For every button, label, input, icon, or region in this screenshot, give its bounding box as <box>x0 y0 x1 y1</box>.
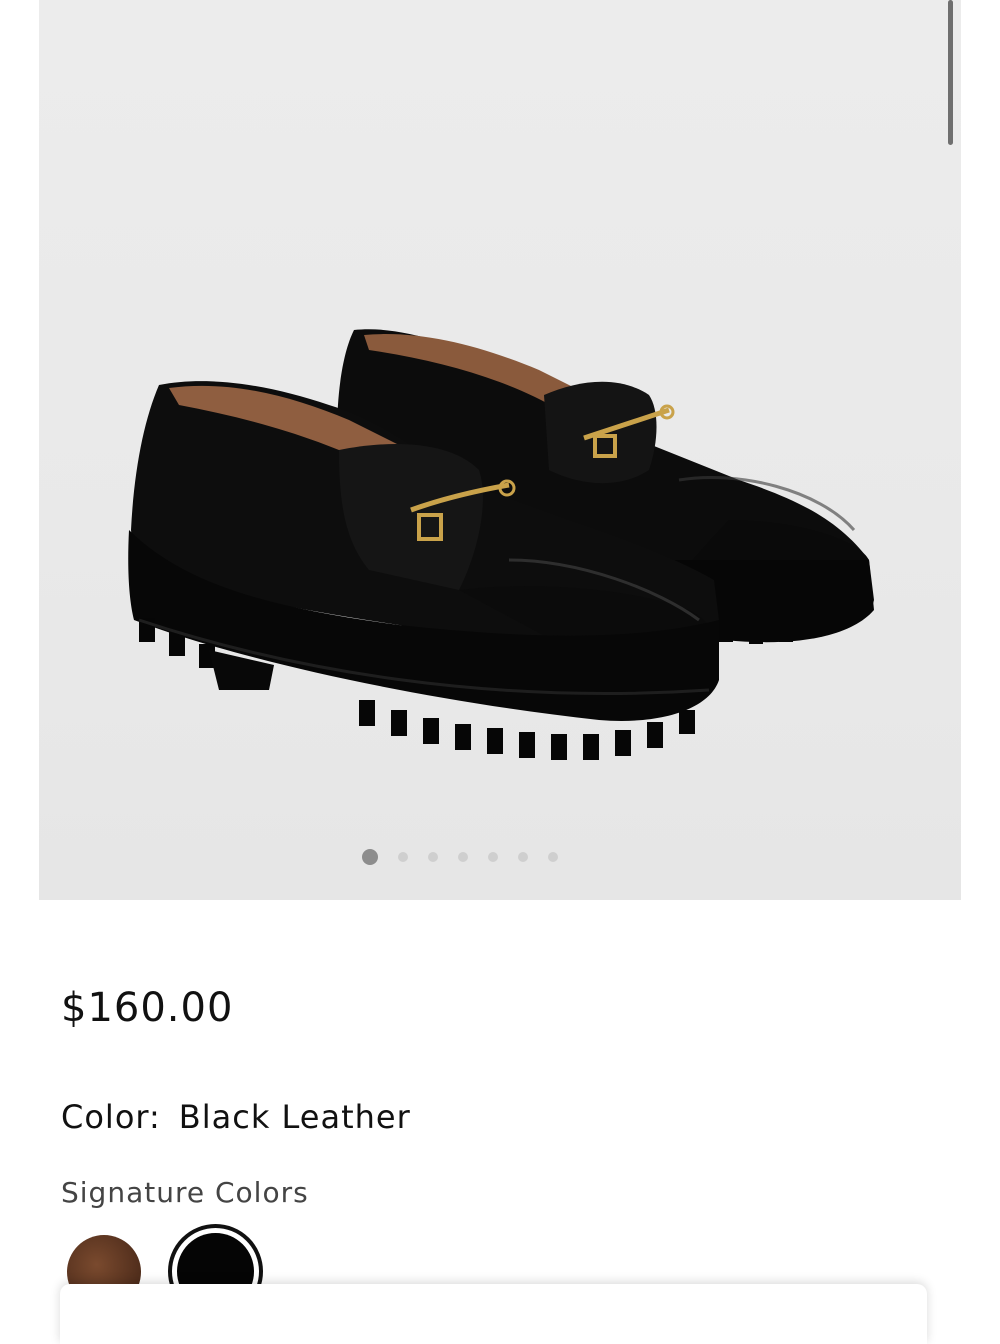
gallery-dot-2[interactable] <box>398 852 408 862</box>
swatch-group-label: Signature Colors <box>61 1176 309 1209</box>
gallery-dot-4[interactable] <box>458 852 468 862</box>
gallery-dot-5[interactable] <box>488 852 498 862</box>
gallery-pagination <box>39 849 961 865</box>
bottom-sheet[interactable] <box>60 1284 927 1344</box>
product-page: $160.00 Color: Black Leather Signature Co… <box>39 0 961 1333</box>
product-image-gallery[interactable] <box>39 0 961 900</box>
color-label: Color: <box>61 1098 161 1136</box>
gallery-dot-6[interactable] <box>518 852 528 862</box>
product-price: $160.00 <box>61 985 234 1031</box>
scrollbar[interactable] <box>948 0 953 145</box>
product-image <box>128 329 874 760</box>
gallery-dot-1[interactable] <box>362 849 378 865</box>
selected-color: Color: Black Leather <box>61 1098 411 1136</box>
gallery-dot-7[interactable] <box>548 852 558 862</box>
gallery-dot-3[interactable] <box>428 852 438 862</box>
color-value: Black Leather <box>178 1098 411 1136</box>
